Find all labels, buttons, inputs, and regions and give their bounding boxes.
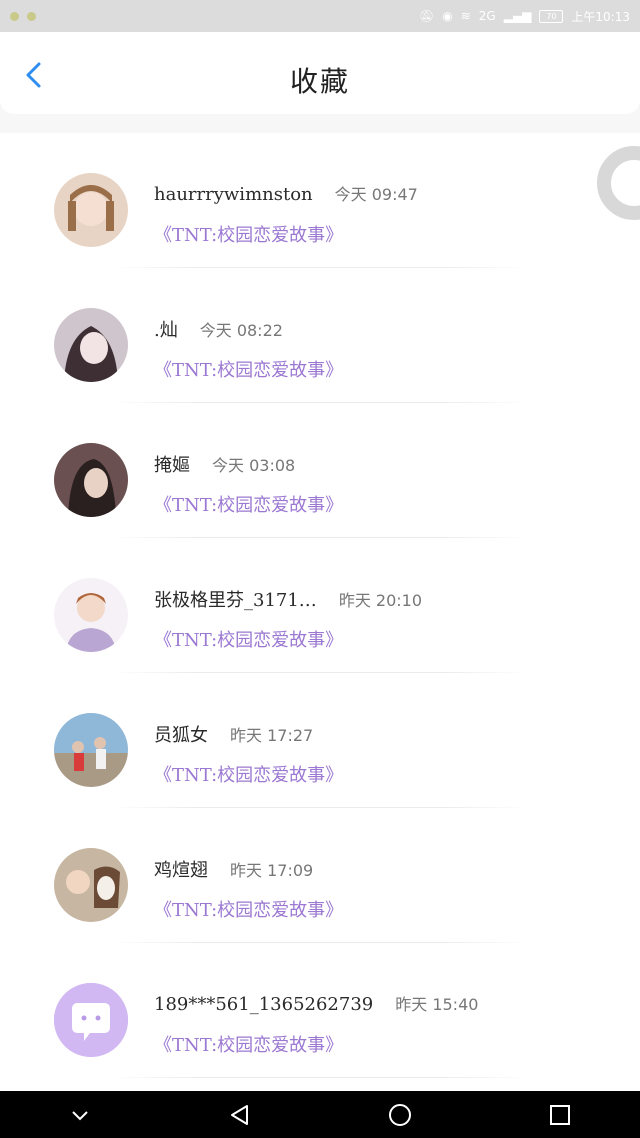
battery-icon: 70	[539, 9, 564, 23]
status-time: 上午10:13	[571, 9, 630, 24]
item-name-text: haurrrywimnston	[154, 184, 313, 205]
avatar[interactable]	[54, 983, 128, 1057]
chat-bubble-icon	[54, 983, 128, 1057]
item-link[interactable]: 《TNT:校园恋爱故事》	[154, 491, 343, 517]
item-name-text: 189***561_1365262739	[154, 994, 374, 1015]
item-time: 今天 03:08	[212, 456, 296, 475]
list-item[interactable]: .灿 今天 08:22 《TNT:校园恋爱故事》	[0, 268, 640, 403]
divider	[110, 1077, 530, 1078]
mute-icon: 🔕︎	[419, 9, 435, 23]
notification-icon	[10, 11, 19, 21]
item-time: 今天 09:47	[334, 185, 418, 204]
notification-icon	[27, 11, 36, 21]
header: 收藏	[0, 32, 640, 114]
triangle-back-icon	[231, 1104, 248, 1125]
item-name: haurrrywimnston 今天 09:47	[154, 181, 418, 205]
item-name: 张极格里芬_3171… 昨天 20:10	[154, 586, 422, 612]
item-name: 鸡煊翅 昨天 17:09	[154, 856, 313, 882]
list-item[interactable]: 鸡煊翅 昨天 17:09 《TNT:校园恋爱故事》	[0, 808, 640, 943]
item-time: 昨天 20:10	[338, 591, 423, 610]
item-name-text: 张极格里芬_3171…	[154, 590, 317, 611]
item-name-text: .灿	[154, 320, 178, 341]
item-name-text: 掩嫗	[154, 455, 190, 476]
collapse-button[interactable]	[60, 1095, 100, 1135]
favorites-list: haurrrywimnston 今天 09:47 《TNT:校园恋爱故事》 .灿今…	[0, 133, 640, 1091]
item-name: 189***561_1365262739 昨天 15:40	[154, 991, 478, 1015]
list-item[interactable]: 员狐女 昨天 17:27 《TNT:校园恋爱故事》	[0, 673, 640, 808]
item-name: 员狐女 昨天 17:27	[154, 721, 313, 747]
signal-icon: ▂▄▆	[503, 9, 532, 23]
avatar[interactable]	[54, 848, 128, 922]
avatar[interactable]	[54, 578, 128, 652]
system-nav-bar	[0, 1091, 640, 1138]
home-button[interactable]	[380, 1095, 420, 1135]
item-name-text: 员狐女	[154, 725, 208, 746]
item-name: .灿 今天 08:22	[154, 316, 283, 342]
avatar[interactable]	[54, 173, 128, 247]
circle-home-icon	[389, 1103, 411, 1126]
list-item[interactable]: 掩嫗 今天 03:08 《TNT:校园恋爱故事》	[0, 403, 640, 538]
item-name: 掩嫗 今天 03:08	[154, 451, 295, 477]
list-item[interactable]: 189***561_1365262739 昨天 15:40 《TNT:校园恋爱故事…	[0, 943, 640, 1078]
wifi-icon: ≋	[460, 9, 471, 23]
back-nav-button[interactable]	[220, 1095, 260, 1135]
page-title: 收藏	[289, 65, 350, 98]
item-name-text: 鸡煊翅	[154, 860, 208, 881]
avatar[interactable]	[54, 443, 128, 517]
avatar[interactable]	[54, 713, 128, 787]
eye-icon: ◉	[442, 9, 453, 23]
item-link[interactable]: 《TNT:校园恋爱故事》	[154, 626, 343, 652]
item-link[interactable]: 《TNT:校园恋爱故事》	[154, 1031, 343, 1057]
list-item[interactable]: 张极格里芬_3171… 昨天 20:10 《TNT:校园恋爱故事》	[0, 538, 640, 673]
avatar[interactable]	[54, 308, 128, 382]
item-time: 昨天 17:09	[230, 861, 314, 880]
chevron-down-icon	[72, 1110, 88, 1120]
item-link[interactable]: 《TNT:校园恋爱故事》	[154, 356, 343, 382]
status-bar: 🔕︎ ◉ ≋ 2G ▂▄▆ 70 上午10:13	[0, 0, 640, 32]
item-time: 今天 08:22	[199, 321, 283, 340]
item-link[interactable]: 《TNT:校园恋爱故事》	[154, 221, 343, 247]
item-link[interactable]: 《TNT:校园恋爱故事》	[154, 761, 343, 787]
square-recents-icon	[550, 1104, 570, 1125]
network-type: 2G	[478, 9, 496, 23]
battery-level: 70	[546, 11, 557, 21]
item-link[interactable]: 《TNT:校园恋爱故事》	[154, 896, 343, 922]
list-item[interactable]: haurrrywimnston 今天 09:47 《TNT:校园恋爱故事》	[0, 133, 640, 268]
recents-button[interactable]	[540, 1095, 580, 1135]
item-time: 昨天 15:40	[395, 995, 479, 1014]
item-time: 昨天 17:27	[230, 726, 314, 745]
